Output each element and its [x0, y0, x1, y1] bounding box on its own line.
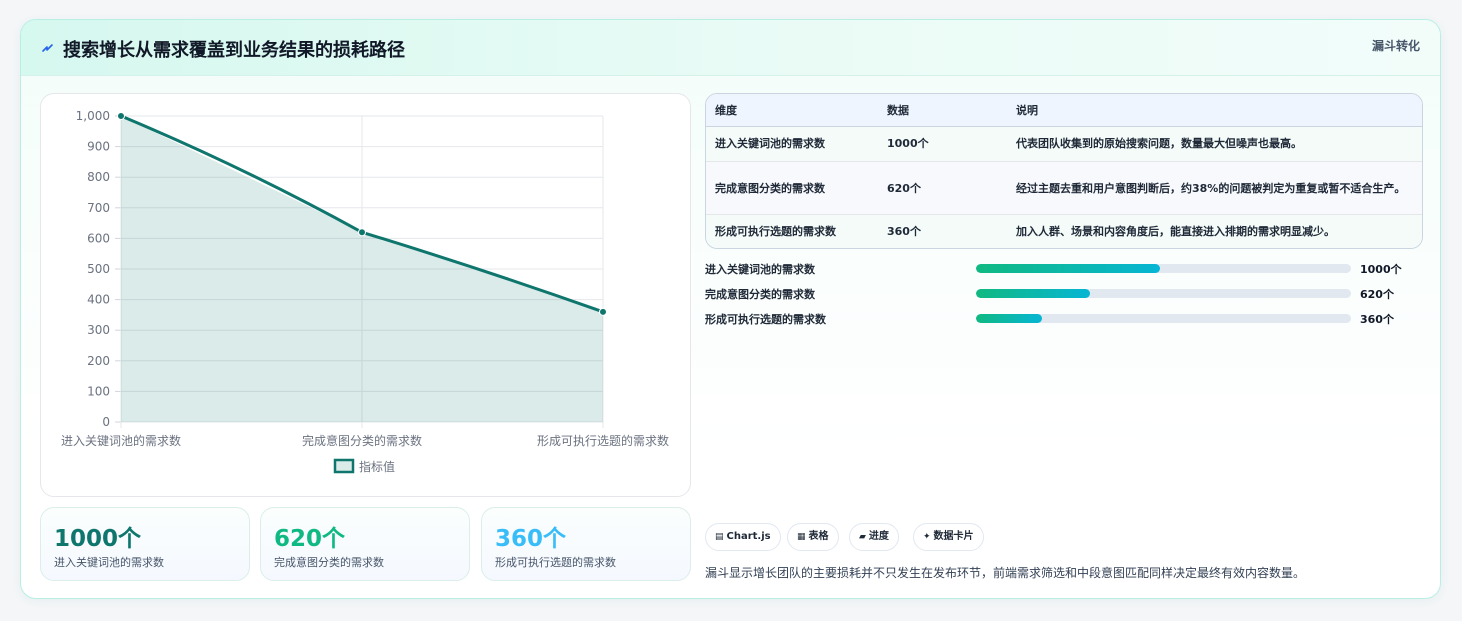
kpi-value: 1000个 — [54, 526, 142, 552]
data-point — [358, 228, 366, 237]
data-point — [599, 307, 607, 316]
lightning-icon — [42, 44, 53, 52]
table-cell: 完成意图分类的需求数 — [706, 161, 878, 215]
kpi-label: 进入关键词池的需求数 — [54, 556, 164, 569]
line-chart: 0 100 200 300 400 500 600 700 800 900 1,000 进入关键词池的… — [61, 109, 669, 474]
chip-progress[interactable]: ▰ 进度 — [849, 523, 899, 551]
table-cell: 经过主题去重和用户意图判断后，约38%的问题被判定为重复或暂不适合生产。 — [1007, 161, 1422, 215]
summary-note: 漏斗显示增长团队的主要损耗并不只发生在发布环节，前端需求筛选和中段意图匹配同样决… — [705, 566, 1306, 580]
kpi-card: 360个 形成可执行选题的需求数 — [481, 507, 691, 581]
chip-label: 表格 — [808, 531, 829, 542]
data-point — [117, 112, 125, 120]
progress-label: 完成意图分类的需求数 — [705, 288, 815, 301]
x-tick-label: 完成意图分类的需求数 — [302, 433, 422, 448]
table-icon: ▦ — [797, 532, 806, 542]
sparkle-icon: ✦ — [923, 532, 931, 542]
y-tick-label: 400 — [87, 293, 110, 307]
progress-value: 360个 — [1360, 313, 1394, 326]
progress-icon: ▰ — [859, 532, 866, 542]
page-title: 搜索增长从需求覆盖到业务结果的损耗路径 — [63, 40, 405, 61]
chip-chartjs[interactable]: ▤ Chart.js — [705, 523, 781, 551]
chip-label: 进度 — [868, 531, 889, 542]
y-tick-label: 500 — [87, 262, 110, 276]
progress-row: 进入关键词池的需求数 1000个 — [705, 260, 1425, 285]
table-cell: 进入关键词池的需求数 — [706, 126, 878, 162]
kpi-label: 形成可执行选题的需求数 — [495, 556, 616, 569]
table-cell: 1000个 — [878, 126, 1007, 162]
chip-label: Chart.js — [726, 531, 771, 542]
progress-label: 进入关键词池的需求数 — [705, 263, 815, 276]
y-tick-label: 1,000 — [76, 109, 110, 123]
y-tick-label: 100 — [87, 384, 110, 398]
y-tick-label: 900 — [87, 140, 110, 154]
y-tick-label: 300 — [87, 323, 110, 337]
y-tick-label: 700 — [87, 201, 110, 215]
kpi-card: 620个 完成意图分类的需求数 — [260, 507, 470, 581]
y-tick-label: 600 — [87, 231, 110, 245]
kpi-value: 360个 — [495, 526, 567, 552]
progress-fill — [976, 289, 1090, 298]
chip-table[interactable]: ▦ 表格 — [787, 523, 839, 551]
column-header: 说明 — [1007, 94, 1422, 127]
progress-fill — [976, 314, 1042, 323]
progress-row: 完成意图分类的需求数 620个 — [705, 285, 1425, 310]
table-row: 形成可执行选题的需求数 360个 加入人群、场景和内容角度后，能直接进入排期的需… — [706, 214, 1422, 248]
progress-row: 形成可执行选题的需求数 360个 — [705, 310, 1425, 335]
funnel-card: 搜索增长从需求覆盖到业务结果的损耗路径 漏斗转化 0 100 200 300 400 50… — [20, 19, 1441, 599]
category-tag: 漏斗转化 — [1371, 39, 1420, 53]
table-cell: 620个 — [878, 161, 1007, 215]
kpi-value: 620个 — [274, 526, 346, 552]
progress-list: 进入关键词池的需求数 1000个 完成意图分类的需求数 620个 形成可执行选题… — [705, 260, 1425, 335]
x-tick-label: 进入关键词池的需求数 — [61, 433, 181, 448]
progress-track — [976, 264, 1351, 273]
y-tick-label: 800 — [87, 170, 110, 184]
kpi-card: 1000个 进入关键词池的需求数 — [40, 507, 250, 581]
progress-track — [976, 289, 1351, 298]
table-row: 完成意图分类的需求数 620个 经过主题去重和用户意图判断后，约38%的问题被判… — [706, 161, 1422, 215]
column-header: 维度 — [706, 94, 878, 127]
column-header: 数据 — [878, 94, 1007, 127]
table-cell: 代表团队收集到的原始搜索问题，数量最大但噪声也最高。 — [1007, 126, 1422, 162]
legend-label: 指标值 — [359, 459, 395, 474]
chip-label: 数据卡片 — [933, 531, 974, 542]
data-table: 维度 数据 说明 进入关键词池的需求数 1000个 代表团队收集到的原始搜索问题… — [705, 93, 1423, 249]
table-cell: 360个 — [878, 214, 1007, 248]
line-chart-panel: 0 100 200 300 400 500 600 700 800 900 1,000 进入关键词池的… — [40, 93, 691, 497]
card-header: 搜索增长从需求覆盖到业务结果的损耗路径 漏斗转化 — [21, 20, 1440, 76]
y-tick-label: 200 — [87, 354, 110, 368]
legend-swatch — [333, 458, 355, 474]
chip-data-card[interactable]: ✦ 数据卡片 — [913, 523, 984, 551]
table-header-row: 维度 数据 说明 — [706, 94, 1422, 127]
progress-value: 1000个 — [1360, 263, 1402, 276]
progress-label: 形成可执行选题的需求数 — [705, 313, 826, 326]
progress-fill — [976, 264, 1160, 273]
table-cell: 加入人群、场景和内容角度后，能直接进入排期的需求明显减少。 — [1007, 214, 1422, 248]
table-cell: 形成可执行选题的需求数 — [706, 214, 878, 248]
progress-track — [976, 314, 1351, 323]
kpi-label: 完成意图分类的需求数 — [274, 556, 384, 569]
y-tick-label: 0 — [102, 415, 110, 429]
table-row: 进入关键词池的需求数 1000个 代表团队收集到的原始搜索问题，数量最大但噪声也… — [706, 126, 1422, 162]
progress-value: 620个 — [1360, 288, 1394, 301]
x-tick-label: 形成可执行选题的需求数 — [537, 433, 669, 448]
chart-icon: ▤ — [715, 532, 724, 542]
